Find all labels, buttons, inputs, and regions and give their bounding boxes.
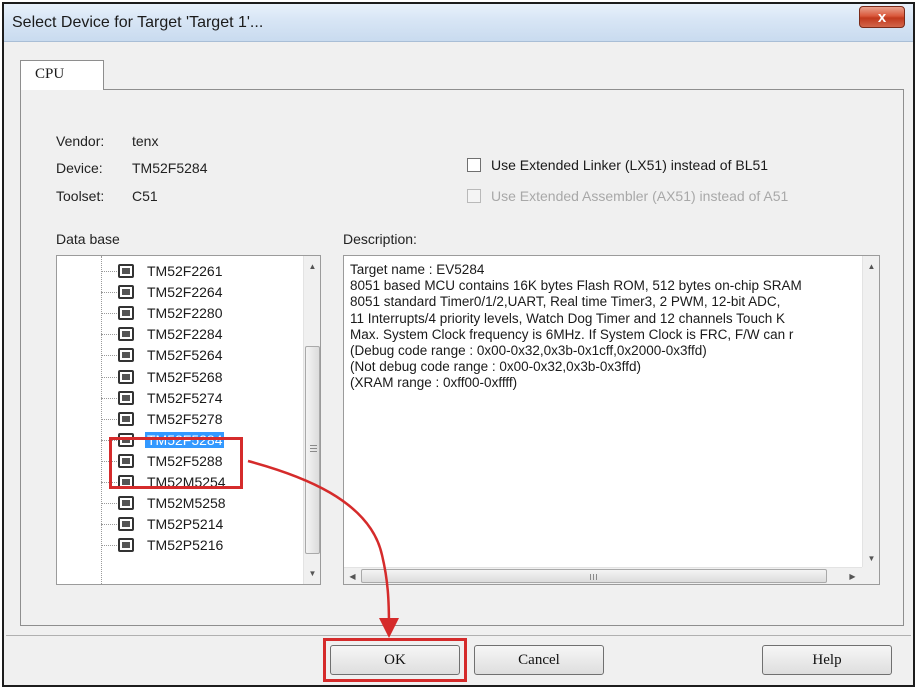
device-tree-item-label: TM52F2284 [147,326,223,343]
device-tree-item-label: TM52F2261 [147,263,223,279]
tree-branch-line [101,482,117,483]
device-tree-item-label: TM52P5216 [147,537,224,554]
device-tree-item-label: TM52F2280 [147,305,223,322]
extended-assembler-option: Use Extended Assembler (AX51) instead of… [467,188,788,204]
description-label: Description: [343,231,417,247]
description-text: Target name : EV5284 8051 based MCU cont… [350,262,802,391]
device-tree-item[interactable]: TM52F5274 [57,388,297,409]
tree-branch-line [101,397,117,399]
device-tree-item[interactable]: TM52F2284 [57,324,297,345]
device-tree-item-label: TM52F5284 [145,431,225,448]
tree-branch-line [101,439,117,441]
chip-icon [118,285,134,300]
device-tree-item-label: TM52M5258 [147,495,226,512]
chip-icon [118,306,134,321]
scroll-down-icon[interactable]: ▼ [304,565,320,582]
description-vertical-scrollbar[interactable]: ▲ ▼ [862,256,879,569]
device-tree-item-label: TM52M5254 [147,474,226,490]
cancel-button[interactable]: Cancel [474,645,604,675]
tree-branch-line [101,292,117,294]
scroll-up-icon[interactable]: ▲ [304,258,320,275]
device-tree-item-label: TM52P5214 [147,516,224,533]
chip-icon [118,496,134,511]
extended-linker-checkbox[interactable] [467,158,481,172]
vendor-value: tenx [132,133,159,149]
database-vertical-scrollbar[interactable]: ▲ ▼ [303,256,320,584]
toolset-label: Toolset: [56,188,105,204]
chip-icon [118,538,134,553]
toolset-value: C51 [132,188,158,204]
dialog-title: Select Device for Target 'Target 1'... [12,14,264,31]
tree-branch-line [101,313,117,315]
extended-linker-option[interactable]: Use Extended Linker (LX51) instead of BL… [467,157,768,173]
device-tree-item-label: TM52F5274 [147,389,223,406]
desc-scroll-left-icon[interactable]: ◀ [344,568,361,584]
device-value: TM52F5284 [132,160,208,176]
device-tree-item[interactable]: TM52F5268 [57,367,297,388]
chip-icon [118,475,134,489]
device-tree-item-label: TM52F5268 [147,368,223,385]
chip-icon [118,369,134,384]
database-scroll-thumb[interactable] [305,346,320,554]
tab-cpu[interactable]: CPU [20,60,104,90]
chip-icon [118,411,134,426]
device-tree-item[interactable]: TM52F2264 [57,282,297,303]
device-tree-item[interactable]: TM52M5254 [57,472,297,493]
device-tree-item[interactable]: TM52F5284 [57,430,297,451]
desc-scroll-right-icon[interactable]: ▶ [844,568,861,584]
device-tree-item[interactable]: TM52F5264 [57,345,297,366]
device-tree-item[interactable]: TM52F5288 [57,451,297,472]
chip-icon [118,390,134,405]
device-label: Device: [56,160,103,176]
device-tree-item[interactable]: TM52F5278 [57,409,297,430]
description-box[interactable]: Target name : EV5284 8051 based MCU cont… [343,255,880,585]
chip-icon [118,517,134,532]
tree-branch-line [101,355,117,357]
desc-scroll-down-icon[interactable]: ▼ [863,550,879,567]
device-tree-item[interactable]: TM52F2280 [57,303,297,324]
tree-branch-line [101,524,117,526]
tree-branch-line [101,460,117,462]
close-button[interactable]: x [859,6,905,28]
device-tree-item[interactable]: TM52F2261 [57,261,297,282]
extended-linker-label: Use Extended Linker (LX51) instead of BL… [491,157,769,173]
device-tree-item[interactable]: TM52P5216 [57,535,297,556]
vendor-label: Vendor: [56,133,105,149]
device-tree-item-label: TM52F5278 [147,410,223,427]
extended-assembler-label: Use Extended Assembler (AX51) instead of… [491,188,789,204]
description-hscroll-thumb[interactable] [361,569,827,583]
close-icon: x [877,8,887,26]
tree-branch-line [101,271,117,272]
tree-branch-line [101,334,117,336]
device-tree-item-label: TM52F5288 [147,452,223,469]
description-horizontal-scrollbar[interactable]: ◀ ▶ [344,567,864,584]
help-button[interactable]: Help [762,645,892,675]
chip-icon [118,453,134,468]
tree-branch-line [101,376,117,378]
chip-icon [118,348,134,363]
scroll-corner [862,567,879,584]
device-tree-item[interactable]: TM52M5258 [57,493,297,514]
device-database-tree[interactable]: TM52F2261 TM52F2264 TM52F2280 TM52F2284 TM52… [56,255,321,585]
tree-branch-line [101,418,117,420]
button-separator [6,635,911,636]
chip-icon [118,327,134,342]
title-bar[interactable]: Select Device for Target 'Target 1'... x [4,4,913,42]
desc-scroll-up-icon[interactable]: ▲ [863,258,879,275]
device-tree-item-label: TM52F5264 [147,347,223,364]
tree-branch-line [101,545,117,547]
chip-icon [118,432,134,447]
database-label: Data base [56,231,120,247]
device-tree-item[interactable]: TM52P5214 [57,514,297,535]
extended-assembler-checkbox [467,189,481,203]
ok-button[interactable]: OK [330,645,460,675]
chip-icon [118,264,134,278]
tree-branch-line [101,503,117,505]
device-tree-item-label: TM52F2264 [147,284,223,301]
